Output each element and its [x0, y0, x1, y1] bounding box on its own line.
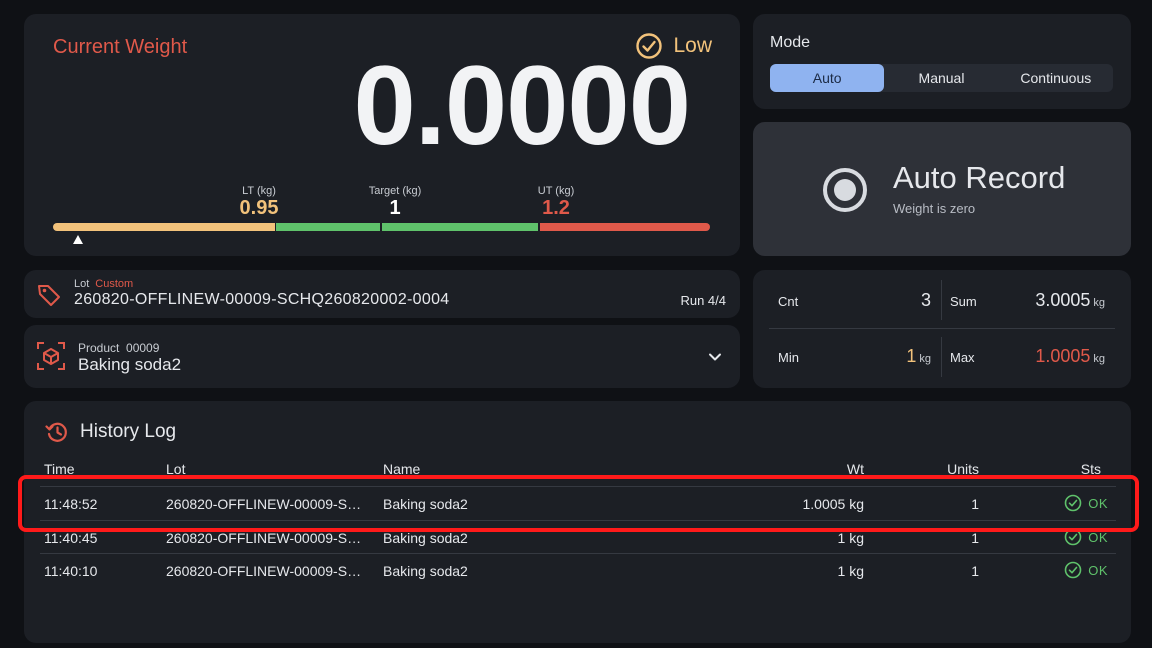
- lt-value: 0.95: [239, 197, 279, 219]
- target-value: 1: [389, 197, 401, 219]
- run-counter: Run 4/4: [680, 293, 726, 308]
- sum-number: 3.0005: [1035, 290, 1091, 310]
- table-row[interactable]: 11:48:52 260820-OFFLINEW-00009-SCH... Ba…: [40, 486, 1116, 519]
- max-label: Max: [950, 350, 975, 365]
- weight-value: 0.0000: [353, 43, 691, 168]
- mode-option-auto[interactable]: Auto: [770, 64, 885, 92]
- sum-label: Sum: [950, 294, 977, 309]
- cell-weight: 1 kg: [837, 530, 864, 546]
- weight-pointer-icon: [73, 235, 83, 244]
- sum-unit: kg: [1093, 297, 1105, 309]
- cnt-label: Cnt: [778, 294, 799, 309]
- cell-units: 1: [971, 563, 979, 579]
- col-header-lot: Lot: [166, 461, 186, 477]
- max-number: 1.0005: [1035, 346, 1091, 366]
- check-circle-icon: [1064, 494, 1082, 512]
- sum-value: 3.0005 kg: [1035, 290, 1105, 311]
- col-header-time: Time: [44, 461, 75, 477]
- product-code: 00009: [126, 341, 160, 355]
- status-text: OK: [1088, 495, 1108, 511]
- current-weight-title: Current Weight: [53, 36, 188, 58]
- min-label: Min: [778, 350, 799, 365]
- col-header-name: Name: [383, 461, 421, 477]
- col-header-wt: Wt: [846, 461, 864, 477]
- history-title: History Log: [80, 421, 177, 442]
- mode-option-continuous[interactable]: Continuous: [999, 64, 1113, 92]
- chevron-down-icon[interactable]: [708, 350, 722, 364]
- record-icon: [823, 168, 867, 212]
- lot-panel[interactable]: Lot Custom 260820-OFFLINEW-00009-SCHQ2608…: [24, 270, 740, 318]
- cell-lot: 260820-OFFLINEW-00009-SCH...: [166, 530, 371, 546]
- cell-lot: 260820-OFFLINEW-00009-SCH...: [166, 496, 371, 512]
- lot-caption: Lot Custom: [74, 278, 133, 290]
- max-unit: kg: [1093, 353, 1105, 365]
- cell-lot: 260820-OFFLINEW-00009-SCH...: [166, 563, 371, 579]
- range-bar-low: [53, 223, 275, 231]
- history-icon: [45, 422, 67, 442]
- cell-units: 1: [971, 530, 979, 546]
- table-row[interactable]: 11:40:10 260820-OFFLINEW-00009-SCH... Ba…: [40, 553, 1116, 586]
- cell-time: 11:40:10: [44, 563, 98, 579]
- cell-time: 11:40:45: [44, 530, 98, 546]
- ut-caption: UT (kg): [537, 185, 575, 197]
- auto-record-subtitle: Weight is zero: [893, 201, 976, 216]
- cell-status: OK: [1064, 494, 1108, 512]
- col-header-units: Units: [947, 461, 979, 477]
- mode-title: Mode: [770, 34, 811, 51]
- mode-selector: Auto Manual Continuous: [770, 64, 1113, 92]
- max-value: 1.0005 kg: [1035, 346, 1105, 367]
- col-header-sts: Sts: [1080, 461, 1101, 477]
- product-name: Baking soda2: [78, 355, 182, 374]
- mode-panel: Mode Auto Manual Continuous: [753, 14, 1131, 109]
- weight-panel: Current Weight Low 0.0000 LT (kg) 0.95 T…: [24, 14, 740, 256]
- cell-weight: 1.0005 kg: [802, 496, 865, 512]
- cell-name: Baking soda2: [383, 496, 468, 512]
- cell-status: OK: [1064, 561, 1108, 579]
- table-row[interactable]: 11:40:45 260820-OFFLINEW-00009-SCH... Ba…: [40, 520, 1116, 553]
- cnt-value: 3: [920, 290, 931, 310]
- min-number: 1: [906, 346, 917, 366]
- lot-value: 260820-OFFLINEW-00009-SCHQ260820002-0004: [74, 291, 450, 308]
- target-caption: Target (kg): [368, 185, 422, 197]
- lt-caption: LT (kg): [242, 185, 276, 197]
- min-unit: kg: [919, 353, 931, 365]
- min-value: 1 kg: [906, 346, 931, 367]
- history-panel: History Log Time Lot Name Wt Units Sts 1…: [24, 401, 1131, 643]
- box-icon: [37, 342, 65, 370]
- check-circle-icon: [1064, 561, 1082, 579]
- target-weight: Target (kg) 1: [350, 185, 440, 219]
- status-text: OK: [1088, 529, 1108, 545]
- auto-record-title: Auto Record: [893, 160, 1066, 195]
- lot-caption-label: Lot: [74, 278, 90, 290]
- product-caption: Product 00009: [78, 341, 159, 355]
- cell-name: Baking soda2: [383, 530, 468, 546]
- range-bar-ok: [276, 223, 538, 231]
- target-tick: [380, 221, 382, 233]
- cell-weight: 1 kg: [837, 563, 864, 579]
- tag-icon: [38, 285, 60, 306]
- mode-option-manual[interactable]: Manual: [884, 64, 998, 92]
- check-circle-icon: [1064, 528, 1082, 546]
- upper-threshold: UT (kg) 1.2: [528, 185, 584, 219]
- product-caption-label: Product: [78, 341, 120, 355]
- cell-name: Baking soda2: [383, 563, 468, 579]
- cell-units: 1: [971, 496, 979, 512]
- ut-value: 1.2: [542, 197, 570, 219]
- product-selector[interactable]: Product 00009 Baking soda2: [24, 325, 740, 388]
- range-bar-high: [540, 223, 710, 231]
- cell-status: OK: [1064, 528, 1108, 546]
- lower-threshold: LT (kg) 0.95: [229, 185, 289, 219]
- stats-panel: Cnt 3 Sum 3.0005 kg Min 1 kg Max 1.0005 kg: [753, 270, 1131, 388]
- lot-custom-tag: Custom: [95, 278, 134, 290]
- auto-record-button[interactable]: Auto Record Weight is zero: [753, 122, 1131, 256]
- stats-divider: [941, 337, 942, 377]
- status-text: OK: [1088, 562, 1108, 578]
- cell-time: 11:48:52: [44, 496, 98, 512]
- stats-divider: [769, 328, 1115, 329]
- stats-divider: [941, 280, 942, 320]
